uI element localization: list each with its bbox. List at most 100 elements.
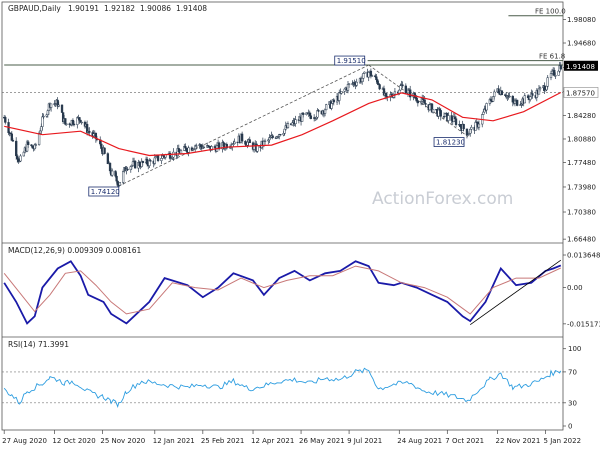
price-ytick-label: 1.94680: [567, 40, 596, 48]
candle-body: [106, 153, 110, 165]
candle-body: [72, 123, 76, 126]
rsi-ytick-label: 0: [568, 423, 572, 431]
candle-body: [347, 83, 351, 85]
candle-body: [462, 124, 465, 130]
rsi-ytick-label: 100: [568, 345, 581, 353]
fib-label: FE 61.8: [539, 53, 565, 61]
watermark: ActionForex.com: [372, 189, 513, 209]
x-tick-label: 24 Aug 2021: [397, 437, 442, 445]
candle-body: [398, 89, 401, 94]
candle-body: [146, 158, 149, 165]
x-tick-label: 26 May 2021: [299, 437, 345, 445]
candle-body: [465, 128, 469, 136]
candle-body: [309, 115, 313, 119]
candle-body: [131, 161, 135, 166]
candle-body: [537, 88, 541, 95]
candle-body: [550, 70, 554, 74]
candle-body: [343, 88, 346, 92]
candle-body: [369, 70, 373, 77]
candle-body: [447, 115, 450, 121]
candle-body: [187, 147, 190, 153]
candle-body: [330, 103, 333, 109]
candle-body: [453, 116, 457, 119]
candle-body: [177, 148, 180, 152]
candle-body: [376, 79, 379, 84]
candle-body: [378, 84, 381, 90]
candle-body: [286, 123, 290, 128]
candle-body: [108, 162, 112, 172]
pivot-label: 1.81230: [436, 139, 465, 147]
candle-body: [160, 158, 163, 161]
x-tick-label: 12 Apr 2021: [251, 437, 294, 445]
candle-body: [233, 141, 236, 145]
ohlc-value: 1.90086: [140, 4, 171, 13]
candle-body: [40, 126, 43, 132]
candle-body: [363, 71, 366, 74]
candle-body: [325, 104, 328, 111]
candle-body: [121, 171, 125, 183]
candle-body: [116, 180, 119, 186]
candle-body: [149, 160, 152, 162]
macd-series-signal: [3, 265, 562, 315]
price-ytick-label: 1.84280: [567, 112, 596, 120]
candle-body: [323, 109, 327, 114]
candle-body: [393, 91, 397, 95]
x-tick-label: 25 Feb 2021: [201, 437, 245, 445]
ohlc-value: 1.91408: [176, 4, 207, 13]
candle-body: [185, 147, 188, 152]
candle-body: [291, 122, 294, 126]
candle-body: [526, 95, 530, 98]
candle-body: [409, 89, 412, 98]
candle-body: [511, 95, 514, 103]
x-tick-label: 25 Nov 2020: [100, 437, 145, 445]
candle-body: [49, 103, 53, 108]
rsi-line: [3, 367, 562, 409]
candle-body: [302, 112, 305, 115]
dashed-channel-line: [118, 64, 369, 187]
rsi-ytick-label: 30: [568, 399, 577, 407]
candle-body: [263, 140, 267, 142]
candle-body: [508, 95, 511, 98]
candle-body: [523, 95, 526, 104]
x-tick-label: 5 Jan 2022: [544, 437, 582, 445]
candle-body: [88, 130, 91, 133]
candle-body: [195, 145, 198, 147]
candle-body: [404, 85, 407, 95]
candle-body: [27, 141, 30, 145]
price-ytick-label: 1.98080: [567, 16, 596, 24]
candle-body: [57, 104, 60, 107]
candle-body: [482, 111, 485, 115]
candle-body: [80, 121, 83, 124]
candle-body: [424, 103, 427, 105]
rsi-ytick-label: 70: [568, 368, 577, 376]
candle-body: [399, 85, 402, 91]
candle-body: [248, 139, 251, 143]
candle-body: [114, 170, 117, 177]
candle-body: [184, 146, 187, 149]
candle-body: [375, 76, 378, 81]
candle-body: [469, 128, 472, 134]
candle-body: [477, 123, 481, 128]
candle-body: [474, 121, 477, 131]
ohlc-value: 1.92182: [104, 4, 135, 13]
price-ytick-label: 1.80880: [567, 135, 596, 143]
candle-body: [450, 115, 453, 121]
candle-body: [355, 81, 358, 86]
chart-root: ActionForex.com 1.66480 1.70380 1.73980 1.77…: [0, 0, 600, 450]
candle-body: [60, 104, 64, 113]
candle-body: [31, 145, 34, 149]
candle-body: [459, 124, 462, 128]
candle-body: [529, 96, 532, 100]
candle-body: [11, 140, 15, 142]
x-tick-label: 7 Oct 2021: [445, 437, 484, 445]
x-tick-label: 12 Jan 2021: [153, 437, 195, 445]
candle-body: [199, 144, 202, 147]
candle-body: [118, 182, 122, 186]
candle-body: [491, 96, 495, 102]
candle-body: [308, 112, 311, 117]
candle-body: [385, 93, 388, 97]
current-price-label: 1.91408: [566, 63, 595, 71]
candle-body: [22, 151, 25, 157]
candle-body: [246, 141, 249, 146]
price-ytick-label: 1.66480: [567, 236, 596, 244]
